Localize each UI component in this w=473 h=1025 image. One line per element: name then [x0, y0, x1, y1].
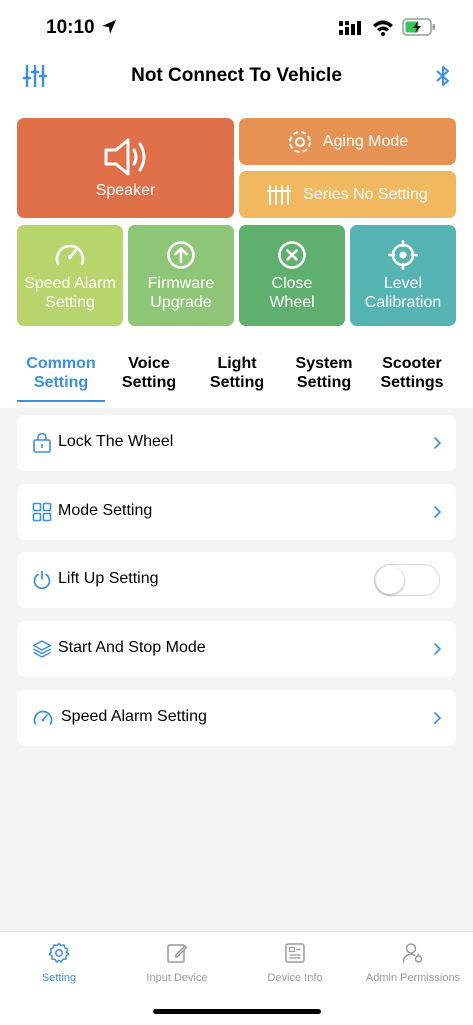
- equalizer-icon: [267, 184, 292, 205]
- nav-input-device[interactable]: Input Device: [118, 932, 236, 992]
- settings-list: Lock The Wheel Mode Setting Lift Up Sett…: [0, 408, 473, 930]
- nav-admin-permissions[interactable]: Admin Permissions: [354, 932, 472, 992]
- page-title: Not Connect To Vehicle: [131, 65, 342, 86]
- speed-alarm-setting-row[interactable]: Speed Alarm Setting: [17, 690, 456, 746]
- settings-tabs: Common Setting Voice Setting Light Setting …: [0, 350, 473, 408]
- toggle-knob: [376, 566, 404, 594]
- lift-up-toggle[interactable]: [374, 564, 440, 596]
- level-calibration-label: Level Calibration: [364, 274, 442, 311]
- chevron-right-icon: [434, 437, 442, 449]
- wifi-icon: [373, 20, 393, 36]
- nav-device-info-label: Device Info: [267, 972, 323, 984]
- tab-light-setting[interactable]: Light Setting: [196, 354, 278, 392]
- level-calibration-tile[interactable]: Level Calibration: [350, 225, 456, 326]
- speed-alarm-setting-tile[interactable]: Speed Alarm Setting: [17, 225, 123, 326]
- nav-device-info[interactable]: Device Info: [236, 932, 354, 992]
- upload-arrow-icon: [167, 240, 195, 269]
- close-circle-icon: [278, 240, 306, 269]
- tab-voice-setting[interactable]: Voice Setting: [108, 354, 190, 392]
- device-info-icon: [285, 943, 305, 963]
- series-no-setting-tile[interactable]: Series No Setting: [239, 171, 456, 218]
- tab-scooter-settings[interactable]: Scooter Settings: [369, 354, 455, 392]
- aging-mode-icon: [288, 130, 311, 153]
- chevron-right-icon: [434, 506, 442, 518]
- power-icon: [33, 570, 51, 590]
- top-bar: Not Connect To Vehicle: [0, 56, 473, 100]
- close-wheel-tile[interactable]: Close Wheel: [239, 225, 345, 326]
- speedometer-icon: [33, 710, 53, 725]
- series-no-setting-label: Series No Setting: [303, 186, 428, 203]
- nav-admin-permissions-label: Admin Permissions: [365, 972, 461, 984]
- nav-input-device-label: Input Device: [146, 972, 208, 984]
- status-time: 10:10: [46, 17, 95, 38]
- tab-common-setting[interactable]: Common Setting: [17, 354, 105, 392]
- status-bar: 10:10: [0, 0, 473, 56]
- battery-icon: [402, 18, 435, 36]
- edit-icon: [167, 944, 188, 963]
- mode-setting-row[interactable]: Mode Setting: [17, 484, 456, 540]
- lock-icon: [33, 433, 51, 453]
- aging-mode-label: Aging Mode: [322, 133, 409, 150]
- user-settings-icon: [402, 943, 423, 963]
- home-indicator: [153, 1009, 321, 1014]
- chevron-right-icon: [434, 643, 442, 655]
- mode-setting-label: Mode Setting: [58, 502, 153, 519]
- location-arrow-icon: [102, 20, 116, 34]
- bluetooth-icon[interactable]: [434, 64, 452, 88]
- lock-the-wheel-row[interactable]: Lock The Wheel: [17, 415, 456, 471]
- firmware-upgrade-tile[interactable]: Firmware Upgrade: [128, 225, 234, 326]
- speaker-icon: [104, 138, 145, 175]
- speedometer-icon: [55, 244, 85, 265]
- start-and-stop-mode-label: Start And Stop Mode: [58, 639, 206, 656]
- speed-alarm-setting-row-label: Speed Alarm Setting: [61, 708, 207, 725]
- speaker-tile[interactable]: Speaker: [17, 118, 234, 218]
- close-wheel-label: Close Wheel: [269, 274, 315, 311]
- speaker-label: Speaker: [95, 181, 156, 199]
- layers-icon: [32, 640, 52, 658]
- lift-up-setting-row: Lift Up Setting: [17, 552, 456, 608]
- lift-up-setting-label: Lift Up Setting: [58, 570, 159, 587]
- aging-mode-tile[interactable]: Aging Mode: [239, 118, 456, 165]
- nav-setting-label: Setting: [41, 972, 77, 984]
- tab-system-setting[interactable]: System Setting: [283, 354, 365, 392]
- lock-the-wheel-label: Lock The Wheel: [58, 433, 174, 450]
- firmware-upgrade-label: Firmware Upgrade: [147, 274, 215, 311]
- active-tab-indicator: [17, 400, 105, 402]
- gear-icon: [48, 942, 70, 963]
- speed-alarm-setting-label: Speed Alarm Setting: [24, 274, 116, 311]
- start-and-stop-mode-row[interactable]: Start And Stop Mode: [17, 621, 456, 677]
- nav-setting[interactable]: Setting: [0, 932, 118, 992]
- chevron-right-icon: [434, 712, 442, 724]
- grid-icon: [32, 502, 52, 522]
- crosshair-icon: [388, 239, 418, 270]
- cellular-signal-icon: [339, 21, 361, 35]
